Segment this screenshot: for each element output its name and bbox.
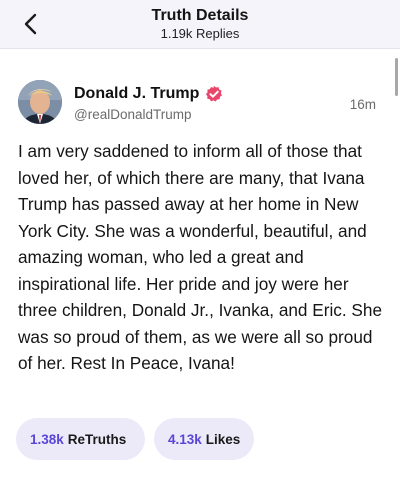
post-body: I am very saddened to inform all of thos…	[18, 141, 382, 373]
retruths-button[interactable]: 1.38k ReTruths	[16, 418, 145, 460]
verified-badge-icon	[206, 85, 223, 102]
user-handle[interactable]: @realDonaldTrump	[74, 107, 192, 122]
page-title: Truth Details	[151, 7, 249, 24]
avatar-image	[18, 80, 62, 124]
display-name[interactable]: Donald J. Trump	[74, 85, 199, 103]
likes-label: Likes	[205, 431, 241, 447]
avatar[interactable]	[18, 80, 62, 124]
scrollbar-thumb[interactable]	[395, 58, 398, 96]
retruths-count: 1.38k	[30, 431, 64, 447]
retruths-label: ReTruths	[67, 431, 127, 447]
likes-button[interactable]: 4.13k Likes	[154, 418, 254, 460]
likes-count: 4.13k	[168, 431, 202, 447]
post-author: Donald J. Trump @realDonaldTrump 16m	[18, 80, 388, 128]
replies-count[interactable]: 1.19k Replies	[0, 26, 400, 41]
display-name-row: Donald J. Trump	[74, 85, 223, 103]
top-bar: Truth Details 1.19k Replies	[0, 0, 400, 49]
post-timestamp: 16m	[349, 97, 376, 112]
